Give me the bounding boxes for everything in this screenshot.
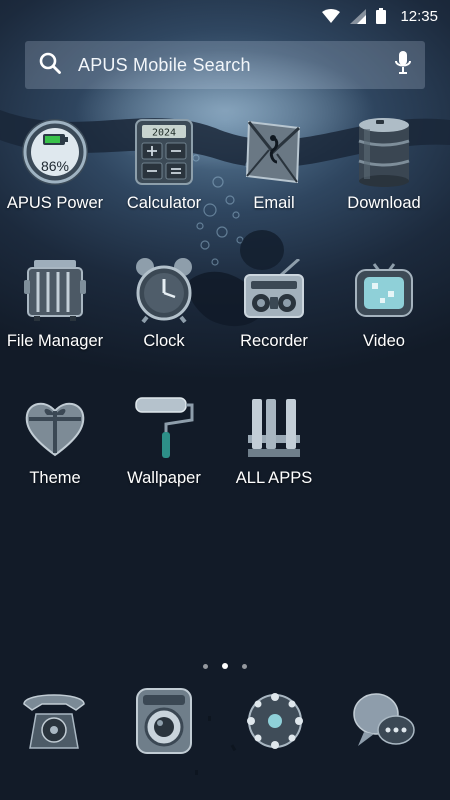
- microphone-icon[interactable]: [395, 50, 411, 80]
- camera-lens-icon: [133, 687, 195, 760]
- app-label: ALL APPS: [235, 469, 313, 487]
- apus-power-gauge-icon: 86%: [17, 114, 93, 190]
- calculator-display: 2024: [152, 128, 176, 139]
- search-bar[interactable]: APUS Mobile Search: [25, 41, 425, 89]
- page-dot-1[interactable]: [203, 663, 208, 669]
- heart-gift-box-icon: [17, 389, 93, 465]
- app-label: File Manager: [6, 332, 104, 350]
- dock-phone[interactable]: [19, 688, 89, 758]
- dock-browser[interactable]: [240, 688, 310, 758]
- dock-messages[interactable]: [349, 688, 419, 758]
- search-icon: [39, 52, 61, 79]
- app-theme[interactable]: Theme: [0, 389, 110, 509]
- radio-recorder-icon: [236, 252, 312, 328]
- app-email[interactable]: Email: [219, 114, 329, 234]
- app-wallpaper[interactable]: Wallpaper: [109, 389, 219, 509]
- calculator-icon: 2024: [126, 114, 202, 190]
- app-label: Theme: [29, 469, 81, 487]
- app-recorder[interactable]: Recorder: [219, 252, 329, 372]
- app-download[interactable]: Download: [329, 114, 439, 234]
- spiked-sphere-icon: [241, 687, 309, 760]
- app-calculator[interactable]: 2024 Calculator: [109, 114, 219, 234]
- app-apus-power[interactable]: 86% APUS Power: [0, 114, 110, 234]
- wifi-icon: [322, 9, 341, 23]
- status-bar: 12:35: [0, 0, 450, 32]
- retro-tv-icon: [346, 252, 422, 328]
- envelope-icon: [236, 114, 312, 190]
- app-label: Clock: [143, 332, 185, 350]
- page-indicator[interactable]: [0, 661, 450, 671]
- app-label: Email: [253, 194, 295, 212]
- dock-camera[interactable]: [129, 687, 199, 760]
- paint-roller-icon: [126, 389, 202, 465]
- pillar-stand-icon: [236, 389, 312, 465]
- app-video[interactable]: Video: [329, 252, 439, 372]
- app-label: Download: [347, 194, 421, 212]
- app-all-apps[interactable]: ALL APPS: [219, 389, 329, 509]
- app-label: APUS Power: [6, 194, 104, 212]
- cellular-signal-icon: [350, 8, 367, 24]
- status-time: 12:35: [400, 7, 438, 25]
- alarm-clock-icon: [126, 252, 202, 328]
- file-cabinet-icon: [17, 252, 93, 328]
- search-input[interactable]: APUS Mobile Search: [78, 55, 395, 76]
- metal-barrel-icon: [346, 114, 422, 190]
- speech-bubble-icon: [350, 690, 418, 757]
- app-clock[interactable]: Clock: [109, 252, 219, 372]
- app-label: Calculator: [126, 194, 202, 212]
- app-label: Video: [363, 332, 405, 350]
- apus-power-percent: 86%: [41, 158, 69, 174]
- app-label: Wallpaper: [127, 469, 201, 487]
- app-file-manager[interactable]: File Manager: [0, 252, 110, 372]
- battery-icon: [376, 8, 387, 24]
- page-dot-3[interactable]: [242, 663, 247, 669]
- page-dot-2-active[interactable]: [222, 663, 228, 669]
- rotary-phone-icon: [20, 690, 88, 757]
- app-label: Recorder: [240, 332, 308, 350]
